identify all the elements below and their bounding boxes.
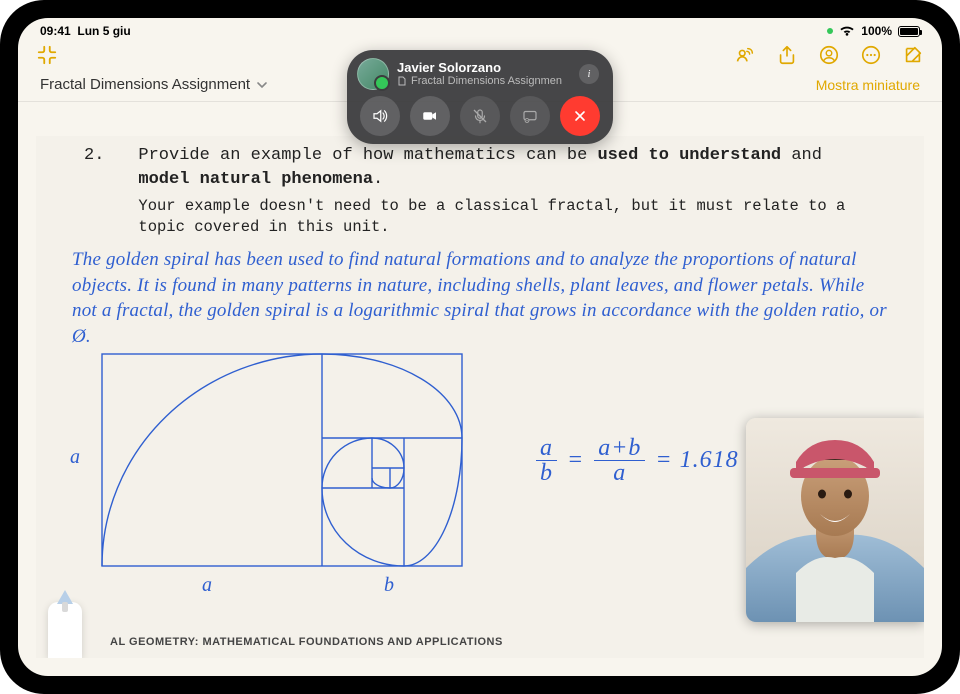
question-block: 2. Provide an example of how mathematics…: [36, 136, 924, 239]
screenshare-button[interactable]: [510, 96, 550, 136]
shareplay-icon[interactable]: [734, 44, 756, 66]
handwritten-answer: The golden spiral has been used to find …: [36, 239, 924, 350]
end-call-button[interactable]: [560, 96, 600, 136]
document-content[interactable]: 2. Provide an example of how mathematics…: [36, 136, 924, 658]
page-footer-text: AL GEOMETRY: MATHEMATICAL FOUNDATIONS AN…: [110, 636, 503, 648]
golden-spiral-drawing: a a b: [92, 346, 472, 576]
facetime-selfview[interactable]: [746, 418, 924, 622]
screen: 09:41 Lun 5 giu 100%: [18, 18, 942, 676]
document-icon: [397, 76, 407, 86]
question-subtext: Your example doesn't need to be a classi…: [138, 196, 866, 239]
status-bar: 09:41 Lun 5 giu 100%: [18, 18, 942, 38]
document-title-text: Fractal Dimensions Assignment: [40, 76, 250, 93]
share-icon[interactable]: [776, 44, 798, 66]
show-thumbnails-button[interactable]: Mostra miniature: [816, 77, 920, 93]
caller-sharing-label: Fractal Dimensions Assignmen: [397, 75, 562, 87]
more-icon[interactable]: [860, 44, 882, 66]
wifi-icon: [839, 25, 855, 37]
question-body: Provide an example of how mathematics ca…: [138, 144, 866, 239]
battery-icon: [898, 26, 920, 37]
exit-fullscreen-icon[interactable]: [36, 44, 58, 66]
caller-avatar: [357, 58, 389, 90]
status-date: Lun 5 giu: [77, 24, 130, 38]
markup-pen-tool[interactable]: [48, 602, 82, 658]
spiral-label-a-left: a: [70, 446, 80, 469]
status-time: 09:41: [40, 24, 71, 38]
audio-output-button[interactable]: [360, 96, 400, 136]
collaborate-icon[interactable]: [818, 44, 840, 66]
chevron-down-icon: [256, 79, 268, 91]
ipad-frame: 09:41 Lun 5 giu 100%: [0, 0, 960, 694]
golden-ratio-equation: ab = a+ba = 1.618: [536, 436, 739, 485]
battery-percent: 100%: [861, 24, 892, 38]
spiral-label-a-bottom: a: [202, 574, 212, 597]
compose-icon[interactable]: [902, 44, 924, 66]
facetime-call-banner[interactable]: Javier Solorzano Fractal Dimensions Assi…: [347, 50, 613, 144]
document-title-dropdown[interactable]: Fractal Dimensions Assignment: [40, 76, 268, 93]
mute-button[interactable]: [460, 96, 500, 136]
question-number: 2.: [84, 144, 104, 239]
camera-indicator-dot: [827, 28, 833, 34]
call-info-button[interactable]: i: [579, 64, 599, 84]
caller-name: Javier Solorzano: [397, 61, 562, 76]
spiral-label-b-bottom: b: [384, 574, 394, 597]
camera-toggle-button[interactable]: [410, 96, 450, 136]
